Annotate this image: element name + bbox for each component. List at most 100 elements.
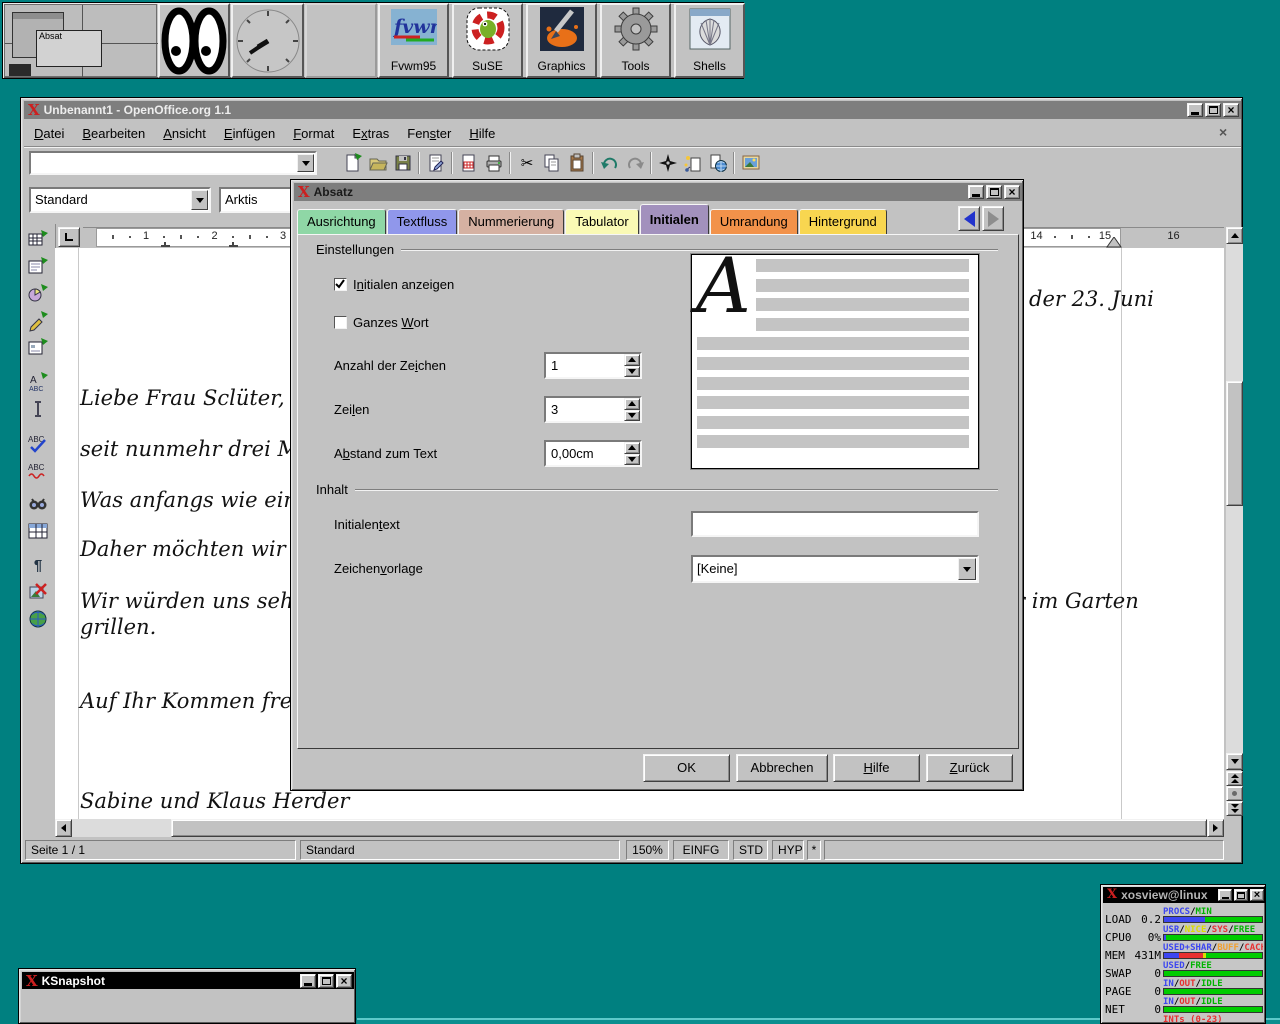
close-document-button[interactable]: × xyxy=(1219,124,1227,140)
scroll-right-button[interactable] xyxy=(1207,819,1224,837)
autotext-button[interactable]: AABC xyxy=(26,370,50,394)
xosview-titlebar[interactable]: X xosview@linux × xyxy=(1103,887,1265,903)
undo-button[interactable] xyxy=(598,151,622,175)
tab-hintergrund[interactable]: Hintergrund xyxy=(799,209,887,234)
autospellcheck-button[interactable]: ABC xyxy=(26,458,50,482)
menu-datei[interactable]: Datei xyxy=(25,124,73,143)
tab-ausrichtung[interactable]: Ausrichtung xyxy=(297,209,386,234)
url-combobox[interactable] xyxy=(29,151,317,175)
graphics-onoff-button[interactable] xyxy=(26,580,50,604)
online-layout-button[interactable] xyxy=(26,607,50,631)
minimize-button[interactable] xyxy=(1218,889,1232,901)
insert-table-button[interactable] xyxy=(26,228,50,252)
dock-button-graphics[interactable]: Graphics xyxy=(526,3,597,78)
writer-titlebar[interactable]: X Unbenannt1 - OpenOffice.org 1.1 × xyxy=(24,101,1241,119)
spin-up-button[interactable] xyxy=(624,398,640,410)
edit-file-button[interactable] xyxy=(424,151,448,175)
url-input[interactable] xyxy=(32,154,298,172)
next-page-button[interactable] xyxy=(1226,801,1243,816)
maximize-button[interactable] xyxy=(986,185,1002,199)
hyperlink-dialog-button[interactable] xyxy=(706,151,730,175)
navigation-button[interactable] xyxy=(1226,786,1243,801)
ruler-tabstop[interactable] xyxy=(229,242,238,247)
mail-merge-button[interactable] xyxy=(457,151,481,175)
statusbar-page[interactable]: Seite 1 / 1 xyxy=(25,840,296,860)
menu-bearbeiten[interactable]: Bearbeiten xyxy=(73,124,154,143)
horizontal-scrollbar-thumb[interactable] xyxy=(171,819,1207,837)
maximize-button[interactable] xyxy=(1234,889,1248,901)
desktop-pager[interactable]: Absat xyxy=(4,4,157,77)
lines-spinner[interactable]: 3 xyxy=(544,396,642,423)
distance-spinner[interactable]: 0,00cm xyxy=(544,440,642,467)
dock-button-suse[interactable]: SuSE xyxy=(452,3,523,78)
cut-button[interactable]: ✂ xyxy=(515,151,539,175)
char-style-dropdown-button[interactable] xyxy=(958,558,976,580)
scroll-up-button[interactable] xyxy=(1226,227,1243,244)
insert-form-button[interactable] xyxy=(26,336,50,360)
statusbar-zoom[interactable]: 150% xyxy=(626,840,669,860)
statusbar-insert-mode[interactable]: EINFG xyxy=(673,840,729,860)
whole-word-checkbox[interactable] xyxy=(334,316,347,329)
dock-button-tools[interactable]: Tools xyxy=(600,3,671,78)
tab-textfluss[interactable]: Textfluss xyxy=(387,209,458,234)
menu-format[interactable]: Format xyxy=(284,124,343,143)
direct-cursor-button[interactable] xyxy=(26,397,50,421)
redo-button[interactable] xyxy=(623,151,647,175)
url-dropdown-button[interactable] xyxy=(297,154,314,172)
paste-button[interactable] xyxy=(565,151,589,175)
statusbar-selection-mode[interactable]: STD xyxy=(733,840,768,860)
maximize-button[interactable] xyxy=(318,974,334,988)
ksnapshot-titlebar[interactable]: X KSnapshot × xyxy=(22,972,354,989)
dialog-titlebar[interactable]: X Absatz × xyxy=(294,183,1022,201)
tab-tabulator[interactable]: Tabulator xyxy=(565,209,638,234)
back-tab-button[interactable] xyxy=(958,206,980,231)
minimize-button[interactable] xyxy=(300,974,316,988)
dock-button-shells[interactable]: Shells xyxy=(674,3,745,78)
close-button[interactable]: × xyxy=(1004,185,1020,199)
statusbar-hyperlink-mode[interactable]: HYP xyxy=(772,840,804,860)
spin-down-button[interactable] xyxy=(624,366,640,378)
scroll-left-button[interactable] xyxy=(55,819,72,837)
menu-hilfe[interactable]: Hilfe xyxy=(460,124,504,143)
tab-nummerierung[interactable]: Nummerierung xyxy=(458,209,564,234)
forward-tab-button[interactable] xyxy=(982,206,1004,231)
menu-fenster[interactable]: Fenster xyxy=(398,124,460,143)
paragraph-style-combobox[interactable]: Standard xyxy=(29,187,211,213)
spin-up-button[interactable] xyxy=(624,354,640,366)
data-sources-button[interactable] xyxy=(26,519,50,543)
dropcap-text-input[interactable] xyxy=(691,511,979,537)
dropcap-text-field[interactable] xyxy=(694,514,974,532)
gallery-button[interactable] xyxy=(739,151,763,175)
style-dropdown-button[interactable] xyxy=(191,190,208,210)
draw-functions-button[interactable] xyxy=(26,309,50,333)
navigator-button[interactable] xyxy=(656,151,680,175)
close-button[interactable]: × xyxy=(336,974,352,988)
statusbar-pagestyle[interactable]: Standard xyxy=(300,840,620,860)
num-characters-spinner[interactable]: 1 xyxy=(544,352,642,379)
new-document-button[interactable] xyxy=(341,151,365,175)
close-button[interactable]: × xyxy=(1223,103,1239,117)
ok-button[interactable]: OK xyxy=(643,754,730,782)
insert-graphics-button[interactable] xyxy=(26,282,50,306)
tab-umrandung[interactable]: Umrandung xyxy=(710,209,798,234)
help-button[interactable]: Hilfe xyxy=(833,754,920,782)
stylist-button[interactable] xyxy=(681,151,705,175)
ruler-tabstop[interactable] xyxy=(161,242,170,247)
menu-ansicht[interactable]: Ansicht xyxy=(154,124,215,143)
spin-up-button[interactable] xyxy=(624,442,640,454)
cancel-button[interactable]: Abbrechen xyxy=(736,754,828,782)
previous-page-button[interactable] xyxy=(1226,771,1243,786)
close-button[interactable]: × xyxy=(1250,889,1264,901)
back-button[interactable]: Zurück xyxy=(926,754,1013,782)
spin-down-button[interactable] xyxy=(624,410,640,422)
scroll-down-button[interactable] xyxy=(1226,753,1243,770)
minimize-button[interactable] xyxy=(968,185,984,199)
char-style-combobox[interactable]: [Keine] xyxy=(691,555,979,583)
statusbar-modified-flag[interactable]: * xyxy=(807,840,821,860)
menu-einfügen[interactable]: Einfügen xyxy=(215,124,284,143)
tab-type-button[interactable] xyxy=(58,227,80,247)
copy-button[interactable] xyxy=(540,151,564,175)
print-button[interactable] xyxy=(482,151,506,175)
spellcheck-button[interactable]: ABC xyxy=(26,431,50,455)
save-document-button[interactable] xyxy=(391,151,415,175)
